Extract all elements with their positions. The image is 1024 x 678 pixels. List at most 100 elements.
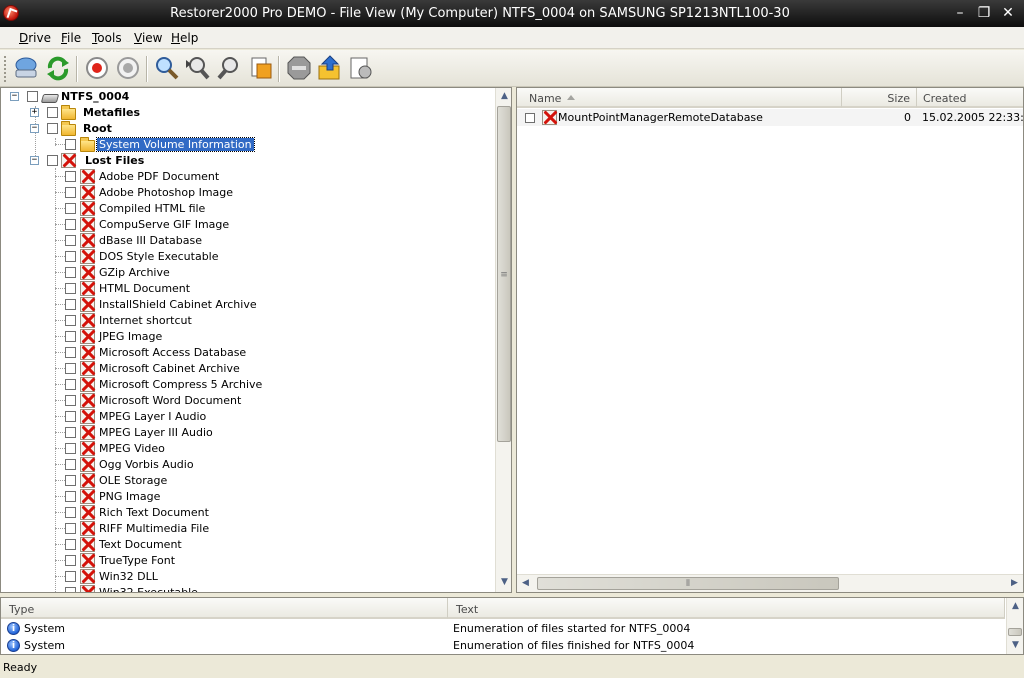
list-scrollbar-thumb[interactable]: ⦀ [537, 577, 839, 590]
checkbox-lost-item[interactable] [65, 523, 76, 534]
scroll-up-arrow-icon[interactable]: ▲ [496, 88, 511, 105]
checkbox-lost-item[interactable] [65, 235, 76, 246]
table-row[interactable]: MountPointManagerRemoteDatabase 0 15.02.… [517, 109, 1023, 126]
tree-item-lost-file-type[interactable]: Rich Text Document [99, 506, 209, 519]
open-file-button[interactable] [246, 54, 274, 82]
checkbox-system-volume-information[interactable] [65, 139, 76, 150]
list-horizontal-scrollbar[interactable]: ◀ ⦀ ▶ [517, 574, 1023, 592]
tree-item-lost-file-type[interactable]: MPEG Layer III Audio [99, 426, 213, 439]
tree-item-lost-file-type[interactable]: TrueType Font [99, 554, 175, 567]
checkbox-metafiles[interactable] [47, 107, 58, 118]
tree-vertical-scrollbar[interactable]: ▲ ≡ ▼ [495, 88, 511, 592]
column-header-name[interactable]: Name [517, 88, 842, 108]
tree-item-root[interactable]: Root [83, 122, 112, 135]
menu-view[interactable]: View [134, 31, 162, 45]
find-next-button[interactable] [184, 54, 212, 82]
tree-item-lost-file-type[interactable]: Ogg Vorbis Audio [99, 458, 194, 471]
checkbox-root[interactable] [47, 123, 58, 134]
checkbox-lost-item[interactable] [65, 171, 76, 182]
checkbox-lost-item[interactable] [65, 539, 76, 550]
toolbar-grip[interactable] [4, 56, 8, 82]
file-list-panel[interactable]: Name Size Created MountPointManagerRemot… [516, 87, 1024, 593]
drive-button[interactable] [12, 54, 40, 82]
log-row[interactable]: i System Enumeration of files finished f… [1, 638, 1005, 654]
tree-item-ntfs[interactable]: NTFS_0004 [61, 90, 129, 103]
tree-item-lost-file-type[interactable]: Microsoft Access Database [99, 346, 246, 359]
row-checkbox[interactable] [525, 113, 535, 123]
tree-item-lost-file-type[interactable]: MPEG Layer I Audio [99, 410, 206, 423]
tree-item-lost-file-type[interactable]: HTML Document [99, 282, 190, 295]
checkbox-lost-item[interactable] [65, 459, 76, 470]
checkbox-ntfs[interactable] [27, 91, 38, 102]
minimize-button[interactable]: – [950, 4, 970, 22]
checkbox-lost-item[interactable] [65, 187, 76, 198]
column-header-size[interactable]: Size [842, 88, 917, 108]
tree-item-lost-files[interactable]: Lost Files [85, 154, 144, 167]
tree-item-lost-file-type[interactable]: Win32 Executable [99, 586, 198, 592]
refresh-button[interactable] [44, 54, 72, 82]
tree-item-lost-file-type[interactable]: MPEG Video [99, 442, 165, 455]
tree-item-lost-file-type[interactable]: Microsoft Cabinet Archive [99, 362, 240, 375]
export-button[interactable] [316, 54, 344, 82]
scroll-left-arrow-icon[interactable]: ◀ [517, 575, 534, 592]
stop-button[interactable] [285, 54, 313, 82]
log-scroll-down-arrow-icon[interactable]: ▼ [1007, 637, 1023, 654]
checkbox-lost-item[interactable] [65, 587, 76, 592]
checkbox-lost-files[interactable] [47, 155, 58, 166]
tree-item-lost-file-type[interactable]: Win32 DLL [99, 570, 158, 583]
tree-item-lost-file-type[interactable]: GZip Archive [99, 266, 170, 279]
log-vertical-scrollbar[interactable]: ▲ ▼ [1006, 598, 1023, 654]
log-column-header-type[interactable]: Type [1, 598, 448, 619]
checkbox-lost-item[interactable] [65, 443, 76, 454]
expander-metafiles[interactable]: + [30, 108, 39, 117]
checkbox-lost-item[interactable] [65, 395, 76, 406]
checkbox-lost-item[interactable] [65, 299, 76, 310]
menu-file[interactable]: File [61, 31, 81, 45]
tree-scrollbar-thumb[interactable]: ≡ [497, 106, 511, 442]
tree-item-system-volume-information[interactable]: System Volume Information [96, 137, 255, 152]
tree-item-lost-file-type[interactable]: Microsoft Compress 5 Archive [99, 378, 262, 391]
tree-item-lost-file-type[interactable]: Compiled HTML file [99, 202, 205, 215]
log-column-header-text[interactable]: Text [448, 598, 1005, 619]
checkbox-lost-item[interactable] [65, 219, 76, 230]
checkbox-lost-item[interactable] [65, 475, 76, 486]
checkbox-lost-item[interactable] [65, 363, 76, 374]
tree-item-lost-file-type[interactable]: Text Document [99, 538, 182, 551]
log-scrollbar-thumb[interactable] [1008, 628, 1022, 636]
checkbox-lost-item[interactable] [65, 267, 76, 278]
tree-item-lost-file-type[interactable]: DOS Style Executable [99, 250, 219, 263]
tree-item-lost-file-type[interactable]: PNG Image [99, 490, 160, 503]
scroll-down-arrow-icon[interactable]: ▼ [496, 574, 511, 591]
find-button[interactable] [153, 54, 181, 82]
checkbox-lost-item[interactable] [65, 571, 76, 582]
tree-item-lost-file-type[interactable]: Adobe PDF Document [99, 170, 219, 183]
checkbox-lost-item[interactable] [65, 331, 76, 342]
folder-tree-panel[interactable]: − NTFS_0004 + Metafiles − Root System Vo… [0, 87, 512, 593]
log-row[interactable]: i System Enumeration of files started fo… [1, 621, 1005, 638]
find-previous-button[interactable] [215, 54, 243, 82]
menu-tools[interactable]: Tools [92, 31, 122, 45]
tree-item-metafiles[interactable]: Metafiles [83, 106, 140, 119]
recover-button[interactable] [83, 54, 111, 82]
tree-item-lost-file-type[interactable]: Microsoft Word Document [99, 394, 241, 407]
tree-item-lost-file-type[interactable]: OLE Storage [99, 474, 167, 487]
close-button[interactable]: ✕ [998, 4, 1018, 22]
checkbox-lost-item[interactable] [65, 427, 76, 438]
menu-drive[interactable]: Drive [19, 31, 51, 45]
title-bar[interactable]: Restorer2000 Pro DEMO - File View (My Co… [0, 0, 1024, 27]
tree-item-lost-file-type[interactable]: InstallShield Cabinet Archive [99, 298, 257, 311]
expander-ntfs[interactable]: − [10, 92, 19, 101]
scroll-right-arrow-icon[interactable]: ▶ [1006, 575, 1023, 592]
checkbox-lost-item[interactable] [65, 203, 76, 214]
expander-root[interactable]: − [30, 124, 39, 133]
checkbox-lost-item[interactable] [65, 315, 76, 326]
recover-all-button[interactable] [114, 54, 142, 82]
tree-item-lost-file-type[interactable]: Internet shortcut [99, 314, 192, 327]
checkbox-lost-item[interactable] [65, 283, 76, 294]
tree-item-lost-file-type[interactable]: CompuServe GIF Image [99, 218, 229, 231]
log-scroll-up-arrow-icon[interactable]: ▲ [1007, 598, 1023, 615]
checkbox-lost-item[interactable] [65, 379, 76, 390]
tree-item-lost-file-type[interactable]: JPEG Image [99, 330, 162, 343]
tree-item-lost-file-type[interactable]: Adobe Photoshop Image [99, 186, 233, 199]
tree-item-lost-file-type[interactable]: dBase III Database [99, 234, 202, 247]
